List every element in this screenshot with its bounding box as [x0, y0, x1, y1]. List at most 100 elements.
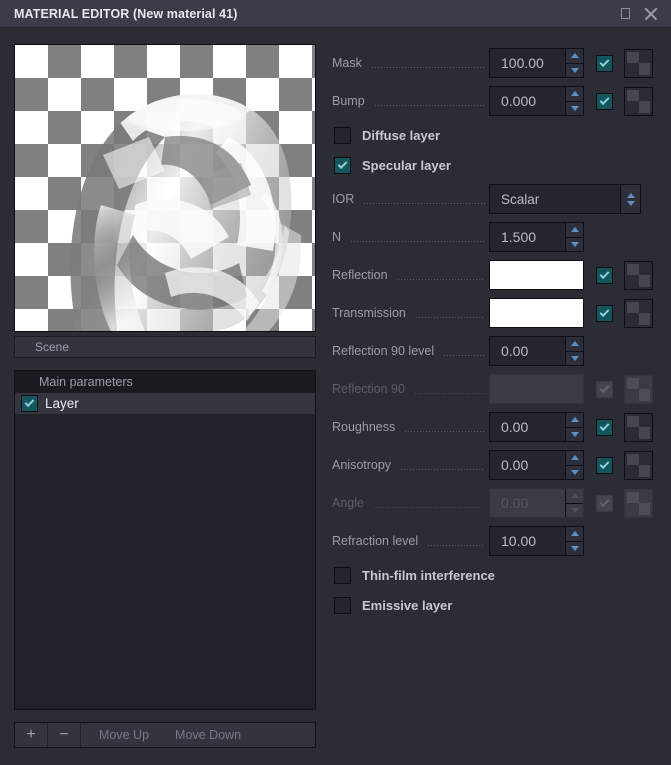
number-value-reflection-90-level: 0.00 — [490, 337, 565, 365]
enable-checkbox-transmission[interactable] — [596, 305, 613, 322]
property-row-refraction-level: Refraction level10.00 — [332, 522, 657, 560]
swatch-quadrant — [639, 275, 651, 287]
dropdown-ior[interactable]: Scalar — [489, 184, 641, 214]
scene-selector[interactable]: Scene — [14, 336, 316, 358]
spinner-decrement-button[interactable] — [566, 428, 583, 442]
close-button[interactable] — [643, 6, 659, 22]
number-field-roughness[interactable]: 0.00 — [489, 412, 584, 442]
toggle-checkbox-emissive-layer[interactable] — [334, 597, 351, 614]
add-layer-button[interactable]: + — [15, 723, 48, 747]
leader-dots — [416, 317, 485, 318]
enable-checkbox-mask[interactable] — [596, 55, 613, 72]
property-control-zone: 10.00 — [489, 526, 657, 556]
material-preview[interactable] — [14, 44, 316, 332]
property-label-ior: IOR — [332, 192, 360, 206]
swatch-quadrant — [639, 454, 651, 466]
move-up-button[interactable]: Move Up — [86, 723, 162, 747]
check-icon — [338, 159, 348, 169]
toggle-checkbox-thin-film-interference[interactable] — [334, 567, 351, 584]
layer-enable-checkbox[interactable] — [21, 395, 38, 412]
check-icon — [600, 421, 610, 431]
swatch-quadrant — [639, 427, 651, 439]
swatch-quadrant — [627, 275, 639, 287]
enable-checkbox-reflection[interactable] — [596, 267, 613, 284]
layer-list-header: Main parameters — [15, 371, 315, 393]
swatch-quadrant — [639, 90, 651, 102]
chevron-up-icon — [571, 53, 579, 58]
spinner-decrement-button[interactable] — [566, 64, 583, 78]
spinner-decrement-button[interactable] — [566, 102, 583, 116]
spinner-increment-button[interactable] — [566, 49, 583, 64]
dropdown-arrows[interactable] — [620, 185, 640, 213]
toggle-row-emissive-layer[interactable]: Emissive layer — [332, 590, 657, 620]
swatch-quadrant — [627, 378, 639, 390]
spinner-anisotropy — [565, 451, 583, 479]
property-label-n: N — [332, 230, 347, 244]
swatch-quadrant — [627, 63, 639, 75]
chevron-down-icon — [571, 508, 579, 513]
spinner-increment-button[interactable] — [566, 87, 583, 102]
maximize-button[interactable] — [617, 6, 633, 22]
swatch-quadrant — [627, 302, 639, 314]
chevron-up-icon — [627, 193, 635, 198]
chevron-down-icon — [571, 242, 579, 247]
texture-swatch-button[interactable] — [624, 87, 653, 116]
property-row-reflection: Reflection — [332, 256, 657, 294]
layer-list[interactable]: Layer — [15, 393, 315, 709]
spinner-mask — [565, 49, 583, 77]
spinner-decrement-button[interactable] — [566, 542, 583, 556]
property-control-zone — [489, 260, 657, 290]
spinner-decrement-button[interactable] — [566, 466, 583, 480]
move-down-button[interactable]: Move Down — [162, 723, 254, 747]
leader-dots — [401, 469, 485, 470]
toggle-row-thin-film-interference[interactable]: Thin-film interference — [332, 560, 657, 590]
check-icon — [25, 397, 35, 407]
chevron-down-icon — [571, 356, 579, 361]
property-row-reflection-90: Reflection 90 — [332, 370, 657, 408]
number-field-bump[interactable]: 0.000 — [489, 86, 584, 116]
number-field-n[interactable]: 1.500 — [489, 222, 584, 252]
number-value-n: 1.500 — [490, 223, 565, 251]
enable-checkbox-bump[interactable] — [596, 93, 613, 110]
enable-checkbox-roughness[interactable] — [596, 419, 613, 436]
spinner-increment-button[interactable] — [566, 223, 583, 238]
toggle-checkbox-diffuse-layer[interactable] — [334, 127, 351, 144]
layer-list-panel: Main parameters Layer — [14, 370, 316, 710]
number-field-refraction-level[interactable]: 10.00 — [489, 526, 584, 556]
property-row-n: N 1.500 — [332, 218, 657, 256]
number-field-mask[interactable]: 100.00 — [489, 48, 584, 78]
spinner-increment-button[interactable] — [566, 527, 583, 542]
number-value-roughness: 0.00 — [490, 413, 565, 441]
number-field-anisotropy[interactable]: 0.00 — [489, 450, 584, 480]
number-field-reflection-90-level[interactable]: 0.00 — [489, 336, 584, 366]
spinner-increment-button[interactable] — [566, 451, 583, 466]
toggle-row-specular-layer[interactable]: Specular layer — [332, 150, 657, 180]
check-icon — [600, 383, 610, 393]
texture-swatch-button[interactable] — [624, 49, 653, 78]
spinner-angle — [565, 489, 583, 517]
enable-checkbox-anisotropy[interactable] — [596, 457, 613, 474]
texture-swatch-button[interactable] — [624, 451, 653, 480]
remove-layer-button[interactable]: − — [48, 723, 81, 747]
number-field-angle: 0.00 — [489, 488, 584, 518]
disabled-field-reflection-90 — [489, 374, 584, 404]
toggle-label-diffuse-layer: Diffuse layer — [362, 128, 440, 143]
layer-row[interactable]: Layer — [15, 393, 315, 414]
color-field-transmission[interactable] — [489, 298, 584, 328]
chevron-up-icon — [571, 417, 579, 422]
texture-swatch-button[interactable] — [624, 261, 653, 290]
spinner-increment-button[interactable] — [566, 413, 583, 428]
spinner-increment-button[interactable] — [566, 337, 583, 352]
color-field-reflection[interactable] — [489, 260, 584, 290]
property-control-zone: 100.00 — [489, 48, 657, 78]
toggle-checkbox-specular-layer[interactable] — [334, 157, 351, 174]
leader-dots — [398, 279, 485, 280]
property-control-zone: 0.00 — [489, 412, 657, 442]
toggle-row-diffuse-layer[interactable]: Diffuse layer — [332, 120, 657, 150]
swatch-quadrant — [639, 52, 651, 64]
swatch-quadrant — [627, 492, 639, 504]
texture-swatch-button[interactable] — [624, 299, 653, 328]
spinner-decrement-button[interactable] — [566, 352, 583, 366]
texture-swatch-button[interactable] — [624, 413, 653, 442]
spinner-decrement-button[interactable] — [566, 238, 583, 252]
